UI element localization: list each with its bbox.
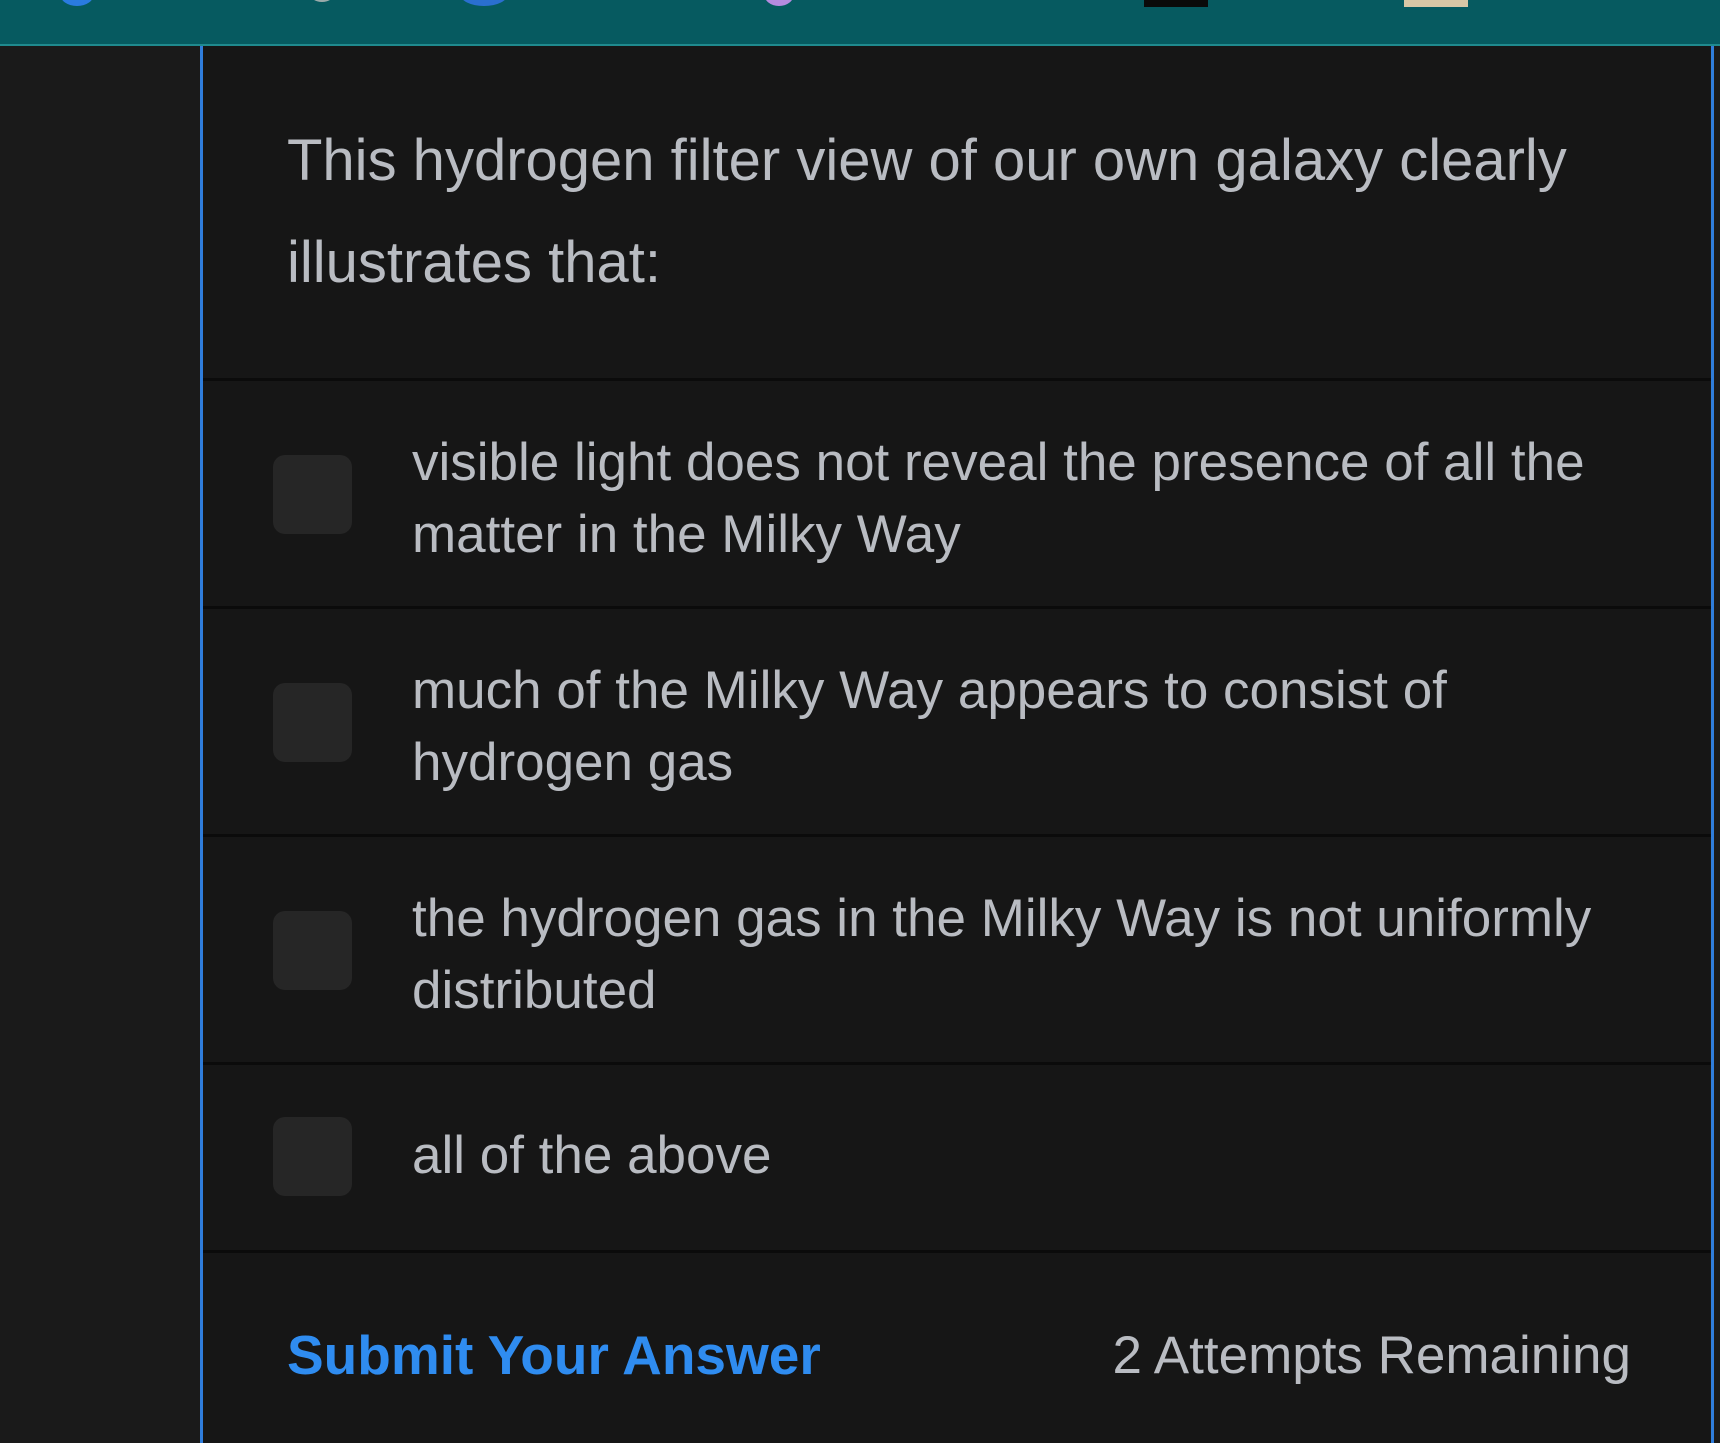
- option-label: visible light does not reveal the presen…: [412, 433, 1585, 564]
- answer-option-4[interactable]: all of the above: [203, 1062, 1711, 1250]
- option-checkbox[interactable]: [273, 911, 352, 990]
- app-icon[interactable]: [1144, 0, 1208, 7]
- app-icon[interactable]: [60, 0, 94, 6]
- left-gutter: [0, 46, 202, 1443]
- option-checkbox[interactable]: [273, 683, 352, 762]
- option-label: much of the Milky Way appears to consist…: [412, 661, 1447, 792]
- submit-answer-button[interactable]: Submit Your Answer: [287, 1323, 821, 1387]
- option-label: the hydrogen gas in the Milky Way is not…: [412, 889, 1592, 1020]
- answer-footer: Submit Your Answer 2 Attempts Remaining: [203, 1250, 1711, 1443]
- option-label: all of the above: [412, 1126, 772, 1185]
- answer-option-3[interactable]: the hydrogen gas in the Milky Way is not…: [203, 834, 1711, 1062]
- app-icon[interactable]: [460, 0, 508, 6]
- option-checkbox[interactable]: [273, 1117, 352, 1196]
- question-text: This hydrogen filter view of our own gal…: [287, 128, 1567, 295]
- app-icon[interactable]: [764, 0, 794, 6]
- option-checkbox[interactable]: [273, 455, 352, 534]
- question-panel: This hydrogen filter view of our own gal…: [200, 46, 1714, 1443]
- attempts-remaining: 2 Attempts Remaining: [1112, 1326, 1631, 1385]
- app-icon[interactable]: [310, 0, 334, 2]
- browser-toolbar: [0, 0, 1720, 46]
- answer-option-1[interactable]: visible light does not reveal the presen…: [203, 378, 1711, 606]
- app-icon[interactable]: [1404, 0, 1468, 7]
- answer-option-2[interactable]: much of the Milky Way appears to consist…: [203, 606, 1711, 834]
